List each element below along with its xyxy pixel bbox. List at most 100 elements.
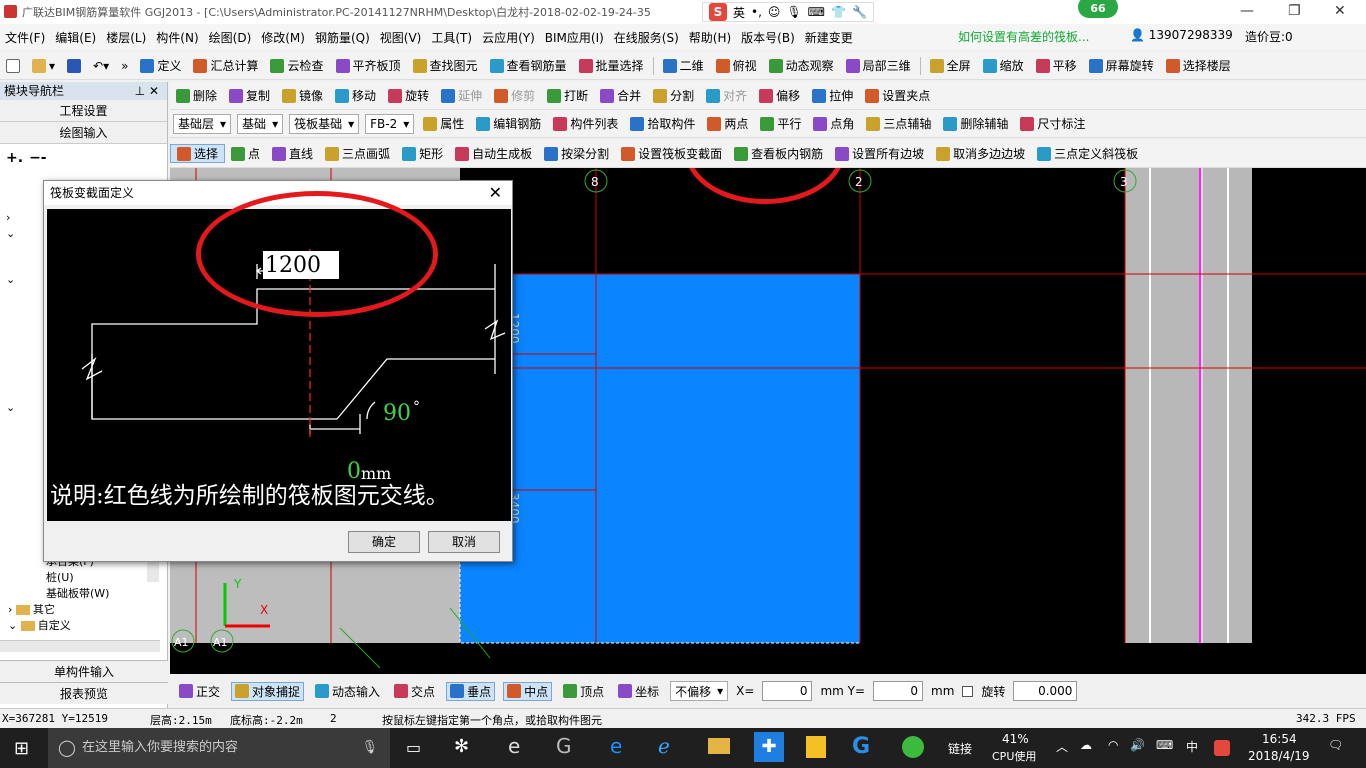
notification-badge[interactable]: 66 <box>1078 0 1118 18</box>
menu-item-0[interactable]: 文件(F) <box>0 29 50 46</box>
selector-dropdown-2[interactable]: 筏板基础 ▾ <box>289 113 360 134</box>
shirt-icon[interactable]: 👕 <box>831 5 846 19</box>
taskbar-search[interactable]: ◯ 在这里输入你要搜索的内容 🎙 <box>48 728 390 768</box>
price-beans[interactable]: 造价豆:0 <box>1245 28 1293 45</box>
tree-expander[interactable]: ⌄ <box>6 272 15 288</box>
y-input[interactable]: 0 <box>873 681 924 701</box>
report-preview[interactable]: 报表预览 <box>0 682 168 704</box>
toolbar3-button-3[interactable]: 拾取构件 <box>624 115 701 132</box>
windows-start-icon[interactable]: ⊞ <box>14 738 29 759</box>
toolbar1-button-4[interactable]: 查找图元 <box>407 57 484 74</box>
expand-all-icon[interactable]: +. <box>6 150 23 166</box>
toolbar2-button-4[interactable]: 旋转 <box>382 87 435 104</box>
user-account[interactable]: 👤 13907298339 <box>1130 28 1233 42</box>
menu-item-14[interactable]: 新建变更 <box>800 29 858 46</box>
minimize-button[interactable]: — <box>1240 3 1254 19</box>
keyboard-icon[interactable]: ⌨ <box>808 5 825 19</box>
sogou-tray-icon[interactable] <box>1214 740 1230 756</box>
menu-item-8[interactable]: 工具(T) <box>426 29 477 46</box>
pin-icon[interactable]: ⊥ ✕ <box>135 82 159 100</box>
question-tip-link[interactable]: 如何设置有高差的筏板... <box>958 28 1089 45</box>
toolbar1-button-3[interactable]: 平齐板顶 <box>330 57 407 74</box>
snap-button-2[interactable]: 动态输入 <box>312 683 383 700</box>
menu-item-2[interactable]: 楼层(L) <box>101 29 151 46</box>
tray-network-icon[interactable]: ☁ <box>1080 738 1092 752</box>
undo-icon[interactable]: ↶▾ <box>87 59 115 73</box>
toolbar1-button-0[interactable]: 定义 <box>134 57 187 74</box>
menu-item-12[interactable]: 帮助(H) <box>684 29 736 46</box>
clock-time[interactable]: 16:54 <box>1262 732 1297 746</box>
file-explorer-icon[interactable] <box>708 738 730 754</box>
snap-button-1[interactable]: 对象捕捉 <box>231 681 305 701</box>
toolbar1-button-12[interactable]: 缩放 <box>977 57 1030 74</box>
menu-item-11[interactable]: 在线服务(S) <box>609 29 684 46</box>
toolbar3-button-9[interactable]: 尺寸标注 <box>1014 115 1091 132</box>
notification-center-icon[interactable]: 🗨 <box>1328 738 1343 752</box>
glodon-taskbar-icon[interactable]: ✚ <box>754 732 784 762</box>
tree-expander[interactable]: ⌄ <box>6 400 15 416</box>
toolbar3-button-5[interactable]: 平行 <box>754 115 807 132</box>
selector-dropdown-3[interactable]: FB-2 ▾ <box>365 113 415 134</box>
snap-button-4[interactable]: 垂点 <box>446 681 496 701</box>
toolbar1-button-13[interactable]: 平移 <box>1030 57 1083 74</box>
menu-item-10[interactable]: BIM应用(I) <box>540 29 609 46</box>
toolbar2-button-12[interactable]: 拉伸 <box>806 87 859 104</box>
snap-button-5[interactable]: 中点 <box>503 681 553 701</box>
notes-app-icon[interactable] <box>806 736 826 758</box>
menu-item-9[interactable]: 云应用(Y) <box>477 29 540 46</box>
restore-button[interactable]: ❐ <box>1288 3 1301 19</box>
toolbar4-button-4[interactable]: 矩形 <box>396 145 449 162</box>
cancel-button[interactable]: 取消 <box>428 531 500 553</box>
snap-button-7[interactable]: 坐标 <box>615 683 662 700</box>
tree-expander[interactable]: ⌄ <box>6 226 15 242</box>
toolbar3-button-0[interactable]: 属性 <box>417 115 470 132</box>
menu-item-13[interactable]: 版本号(B) <box>736 29 800 46</box>
rotate-input[interactable]: 0.000 <box>1013 681 1078 701</box>
section-drawing-input[interactable]: 绘图输入 <box>0 122 167 144</box>
tree-item-custom[interactable]: ⌄ 自定义 <box>0 618 160 634</box>
toolbar2-button-13[interactable]: 设置夹点 <box>859 87 936 104</box>
toolbar1-button-8[interactable]: 俯视 <box>710 57 763 74</box>
toolbar1-button-6[interactable]: 批量选择 <box>573 57 650 74</box>
menu-item-1[interactable]: 编辑(E) <box>50 29 101 46</box>
ok-button[interactable]: 确定 <box>348 531 420 553</box>
menu-item-5[interactable]: 修改(M) <box>256 29 310 46</box>
close-window-button[interactable]: ✕ <box>1334 3 1346 19</box>
toolbar3-button-2[interactable]: 构件列表 <box>547 115 624 132</box>
toolbar3-button-4[interactable]: 两点 <box>701 115 754 132</box>
wrench-icon[interactable]: 🔧 <box>852 5 867 19</box>
open-folder-icon[interactable]: ▾ <box>26 58 61 73</box>
microphone-icon[interactable]: 🎙 <box>361 728 378 768</box>
toolbar3-button-8[interactable]: 删除辅轴 <box>937 115 1014 132</box>
toolbar2-button-0[interactable]: 删除 <box>170 87 223 104</box>
toolbar1-button-1[interactable]: 汇总计算 <box>187 57 264 74</box>
browser-e-icon[interactable]: e <box>508 734 520 758</box>
tray-chevron-icon[interactable]: ︿ <box>1056 738 1068 755</box>
toolbar4-button-10[interactable]: 取消多边边坡 <box>930 145 1031 162</box>
fan-app-icon[interactable]: ✻ <box>454 736 469 757</box>
selector-dropdown-0[interactable]: 基础层 ▾ <box>173 113 232 134</box>
glodon-g-icon[interactable]: G <box>852 734 870 759</box>
toolbar2-button-6[interactable]: 修剪 <box>488 87 541 104</box>
toolbar4-button-9[interactable]: 设置所有边坡 <box>829 145 930 162</box>
toolbar3-button-6[interactable]: 点角 <box>807 115 860 132</box>
angle-value[interactable]: 90 <box>383 401 411 426</box>
link-label[interactable]: 链接 <box>948 740 972 757</box>
collapse-all-icon[interactable]: −- <box>29 150 47 166</box>
toolbar2-button-11[interactable]: 偏移 <box>753 87 806 104</box>
new-file-icon[interactable] <box>0 58 26 73</box>
snap-button-6[interactable]: 顶点 <box>560 683 607 700</box>
snap-button-0[interactable]: 正交 <box>176 683 223 700</box>
toolbar1-button-2[interactable]: 云检查 <box>264 57 329 74</box>
toolbar1-button-5[interactable]: 查看钢筋量 <box>484 57 573 74</box>
toolbar3-button-1[interactable]: 编辑钢筋 <box>470 115 547 132</box>
tree-item-other[interactable]: › 其它 <box>0 602 160 618</box>
toolbar4-button-6[interactable]: 按梁分割 <box>538 145 615 162</box>
menu-item-4[interactable]: 绘图(D) <box>204 29 257 46</box>
toolbar1-button-10[interactable]: 局部三维 <box>840 57 917 74</box>
ime-toolbar[interactable]: S 英 •, ☺ 🎙 ⌨ 👕 🔧 <box>702 2 874 22</box>
ime-punct-icon[interactable]: •, <box>751 5 762 19</box>
menu-item-7[interactable]: 视图(V) <box>375 29 427 46</box>
clock-date[interactable]: 2018/4/19 <box>1248 749 1310 763</box>
menu-item-6[interactable]: 钢筋量(Q) <box>310 29 375 46</box>
